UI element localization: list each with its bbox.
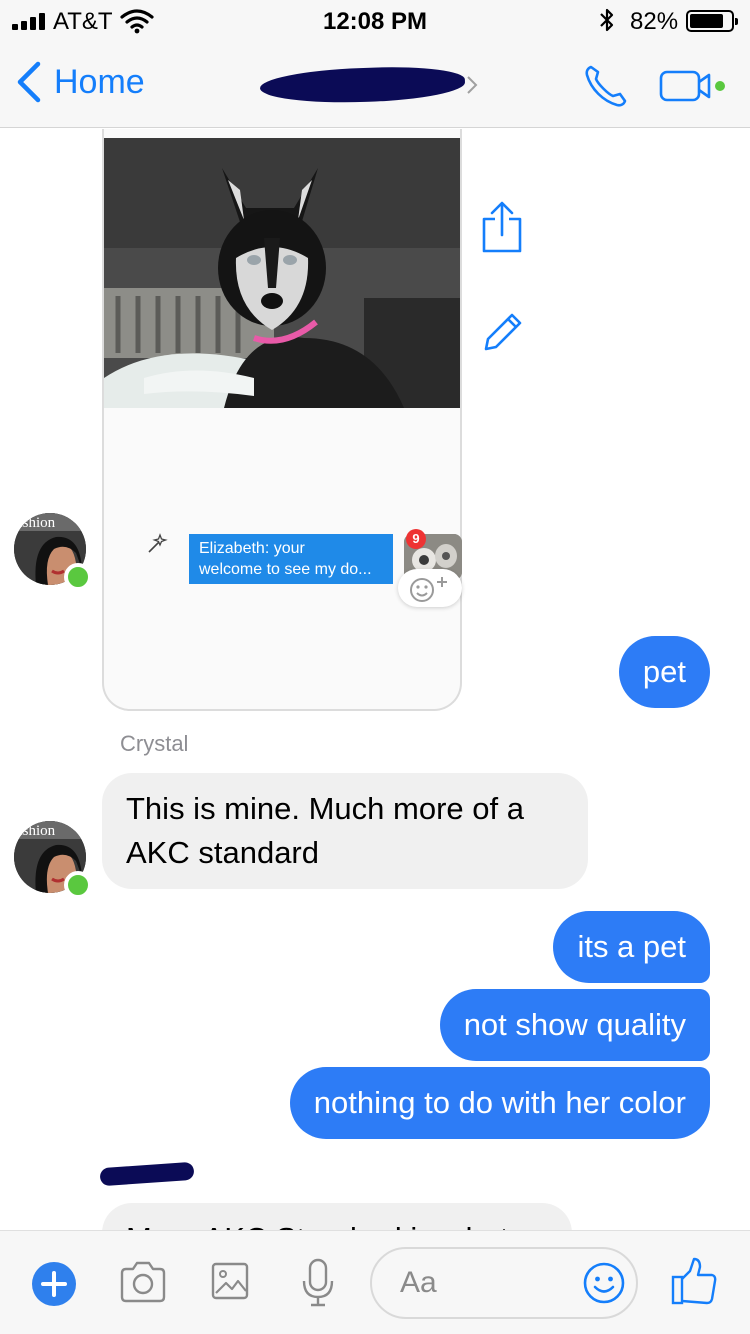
message-bubble-incoming-partial[interactable]: More AKC Standard in what xyxy=(102,1203,572,1230)
online-status-indicator xyxy=(64,563,92,591)
sender-name: Crystal xyxy=(120,731,189,756)
chevron-left-icon xyxy=(17,61,41,103)
notification-line-1: Elizabeth: your xyxy=(199,540,305,557)
message-bubble-outgoing[interactable]: nothing to do with her color xyxy=(289,1067,710,1139)
message-bubble-incoming[interactable]: This is mine. Much more of a AKC standar… xyxy=(102,773,588,889)
back-label: Home xyxy=(54,62,145,101)
sender-name-redacted xyxy=(99,1161,195,1187)
camera-icon[interactable] xyxy=(118,1259,168,1305)
status-bar: AT&T 12:08 PM 82% xyxy=(0,0,750,40)
dog-image xyxy=(104,138,460,408)
more-actions-button[interactable] xyxy=(32,1262,76,1306)
battery-icon xyxy=(686,10,738,32)
battery-percent: 82% xyxy=(630,8,679,35)
share-icon[interactable] xyxy=(480,199,524,255)
notification-count-badge: 9 xyxy=(406,529,426,549)
add-reaction-icon xyxy=(410,577,447,602)
message-bubble-outgoing[interactable]: its a pet xyxy=(553,911,710,983)
contact-avatar[interactable]: ashion xyxy=(14,821,92,899)
pencil-icon[interactable] xyxy=(480,309,526,355)
back-button[interactable]: Home xyxy=(14,60,145,104)
bluetooth-icon xyxy=(600,8,614,32)
chevron-right-icon xyxy=(467,76,478,94)
shared-screenshot-card[interactable] xyxy=(102,129,462,711)
screenshot-notification-banner[interactable]: Elizabeth: your welcome to see my do... xyxy=(189,534,393,584)
phone-icon[interactable] xyxy=(582,62,630,110)
online-status-indicator xyxy=(64,871,92,899)
contact-name-redacted[interactable] xyxy=(259,64,478,106)
magic-wand-icon xyxy=(148,533,168,553)
message-bubble-outgoing[interactable]: pet xyxy=(618,636,710,708)
emoji-icon[interactable] xyxy=(582,1261,626,1305)
microphone-icon[interactable] xyxy=(300,1257,336,1309)
contact-avatar[interactable]: ashion xyxy=(14,513,92,591)
message-composer xyxy=(0,1230,750,1334)
message-bubble-outgoing[interactable]: not show quality xyxy=(439,989,710,1061)
message-thread[interactable]: Elizabeth: your welcome to see my do... … xyxy=(0,129,750,1230)
plus-icon xyxy=(41,1271,67,1297)
conversation-header: Home xyxy=(0,40,750,128)
thumbs-up-icon[interactable] xyxy=(670,1255,718,1307)
battery-level xyxy=(690,14,723,28)
svg-text:ashion: ashion xyxy=(16,515,56,531)
notification-line-2: welcome to see my do... xyxy=(199,561,372,578)
photo-icon[interactable] xyxy=(210,1259,250,1303)
svg-text:ashion: ashion xyxy=(16,823,56,839)
add-reaction-button[interactable] xyxy=(398,569,462,607)
video-camera-icon[interactable] xyxy=(658,66,728,106)
husky-photo[interactable] xyxy=(104,138,460,408)
